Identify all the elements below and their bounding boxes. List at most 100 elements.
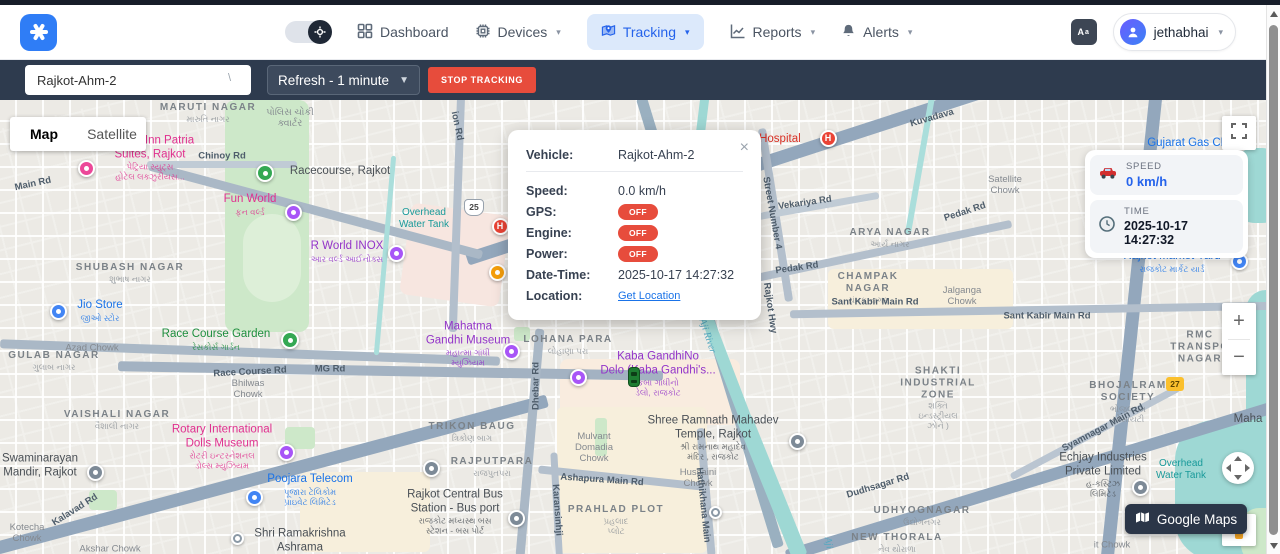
map-label: Jio Storeજીઓ સ્ટોર <box>77 299 122 323</box>
chowk-marker[interactable] <box>709 506 722 519</box>
nav-reports[interactable]: Reports ▾ <box>730 23 816 42</box>
zoom-out-button[interactable]: − <box>1222 340 1256 375</box>
map-label: MulvantDomadiaChowk <box>575 431 613 465</box>
clock-icon <box>1099 216 1115 237</box>
get-location-link[interactable]: Get Location <box>618 290 680 302</box>
cinema-marker[interactable] <box>388 245 405 262</box>
map-label: Kaba GandhiNoDelo (Kaba Gandhi's...કબા ગ… <box>600 350 715 397</box>
chowk-marker[interactable] <box>231 532 244 545</box>
nav-devices[interactable]: Devices ▾ <box>475 23 561 42</box>
restaurant-marker[interactable] <box>489 264 506 281</box>
map-label: Chinoy Rd <box>198 150 246 161</box>
nav-dashboard-label: Dashboard <box>380 24 449 40</box>
route-badge-27: 27 <box>1166 377 1184 391</box>
avatar <box>1120 19 1146 45</box>
nav-tracking[interactable]: Tracking ▾ <box>587 14 704 50</box>
vehicle-search-input[interactable] <box>25 65 251 95</box>
museum-marker[interactable] <box>278 444 295 461</box>
chevron-down-icon: ▾ <box>1218 27 1223 38</box>
speed-stat-label: SPEED <box>1126 161 1167 172</box>
map-label: SatelliteChowk <box>988 174 1022 196</box>
speed-stat: SPEED 0 km/h <box>1090 155 1243 195</box>
map-label: OverheadWater Tank <box>1156 458 1206 482</box>
map-label: JalgangaChowk <box>943 285 982 307</box>
close-icon[interactable]: × <box>740 140 749 156</box>
nav-alerts[interactable]: Alerts ▾ <box>841 23 912 42</box>
vehicle-info-popup: × Vehicle:Rajkot-Ahm-2 Speed:0.0 km/h GP… <box>508 130 761 320</box>
hospital-marker[interactable]: H <box>820 130 837 147</box>
bus-station-marker[interactable] <box>508 510 525 527</box>
page-scrollbar[interactable] <box>1266 5 1280 554</box>
navbar: Dashboard Devices ▾ Tracking ▾ Reports ▾… <box>0 5 1280 60</box>
chip-icon <box>475 23 491 42</box>
temple-marker[interactable] <box>87 464 104 481</box>
map-label: MG Rd <box>315 363 346 374</box>
map-label: Sant Kabir Main Rd <box>831 296 918 307</box>
map-label: Dhebar Rd <box>530 362 541 410</box>
speed-label: Speed: <box>526 184 618 198</box>
pan-control[interactable] <box>1222 452 1254 484</box>
place-pin-marker[interactable] <box>1132 479 1149 496</box>
google-maps-badge[interactable]: Google Maps <box>1125 504 1247 534</box>
chevron-down-icon: ▾ <box>556 27 561 38</box>
store-marker[interactable] <box>50 303 67 320</box>
vehicle-value: Rajkot-Ahm-2 <box>618 148 694 162</box>
map-label: TRIKON BAUGત્રિકોણ બાગ <box>428 421 515 443</box>
user-menu[interactable]: jethabhai ▾ <box>1113 13 1236 51</box>
temple-marker[interactable] <box>789 433 806 450</box>
map-label: SwaminarayanMandir, Rajkot <box>2 452 78 479</box>
school-marker[interactable] <box>423 460 440 477</box>
map-label: Akshar Chowk <box>79 543 140 554</box>
theme-toggle-knob-icon <box>308 20 332 44</box>
scroll-down-icon[interactable] <box>1270 543 1278 549</box>
map-label: Aji <box>821 536 835 550</box>
chart-line-icon <box>730 23 746 42</box>
scroll-up-icon[interactable] <box>1270 11 1278 17</box>
map-label: Poojara Telecomપૂજારા ટેલિકોમપ્રાઇવેટ લિ… <box>267 473 352 507</box>
map-type-satellite-button[interactable]: Satellite <box>78 126 146 142</box>
garden-marker[interactable] <box>281 331 299 349</box>
google-maps-label: Google Maps <box>1157 512 1237 527</box>
museum-marker[interactable] <box>570 369 587 386</box>
map-icon <box>1135 511 1150 527</box>
pan-up-icon <box>1234 456 1242 461</box>
theme-toggle[interactable] <box>285 21 331 43</box>
app-logo[interactable] <box>20 14 57 51</box>
time-stat-label: TIME <box>1124 206 1234 217</box>
map-type-control: Map Satellite <box>10 117 146 151</box>
datetime-label: Date-Time: <box>526 268 618 282</box>
park-marker[interactable] <box>256 164 274 182</box>
map-label: Rajkot Central BusStation - Bus portરાજક… <box>407 488 503 535</box>
nav-alerts-label: Alerts <box>863 24 899 40</box>
hospital-marker[interactable]: H <box>492 218 509 235</box>
map-label: KotechaChowk <box>10 522 45 544</box>
top-strip <box>0 0 1280 5</box>
fullscreen-button[interactable] <box>1222 116 1256 150</box>
amusement-marker[interactable] <box>285 204 302 221</box>
map-label: VAISHALI NAGARવૈશાલી નાગર <box>64 409 170 431</box>
translate-icon[interactable]: Aa <box>1071 19 1097 45</box>
hotel-marker[interactable] <box>78 160 95 177</box>
speed-value: 0.0 km/h <box>618 184 666 198</box>
scrollbar-thumb[interactable] <box>1269 25 1278 535</box>
stop-tracking-button[interactable]: STOP TRACKING <box>428 67 536 93</box>
zoom-in-button[interactable]: + <box>1222 304 1256 339</box>
map-label: RAJPUTPARAરાજપુતપરા <box>451 456 534 478</box>
map-label: Azad Chowk <box>65 342 118 353</box>
map-type-map-button[interactable]: Map <box>10 126 78 142</box>
map-label: it Chowk <box>1094 539 1130 550</box>
map-label: LOHANA PARAલોહાણા પરા <box>523 334 612 356</box>
map-label: પોલિસ ચોકીક્વાર્ટર <box>266 107 314 129</box>
vehicle-marker[interactable] <box>628 367 640 387</box>
shop-marker[interactable] <box>246 489 263 506</box>
nav-tracking-label: Tracking <box>623 24 676 40</box>
map-label: Rajkot Hwy <box>761 282 779 334</box>
user-name: jethabhai <box>1154 25 1209 40</box>
map-label: Main Rd <box>14 175 52 194</box>
datetime-value: 2025-10-17 14:27:32 <box>618 268 734 282</box>
map[interactable]: MARUTI NAGARમારુતિ નાગરપોલિસ ચોકીક્વાર્ટ… <box>0 100 1280 554</box>
chevron-down-icon: ▾ <box>811 27 816 38</box>
nav-dashboard[interactable]: Dashboard <box>357 23 449 42</box>
museum-marker[interactable] <box>503 343 520 360</box>
refresh-interval-select[interactable]: Refresh - 1 minute ▼ <box>267 65 420 95</box>
